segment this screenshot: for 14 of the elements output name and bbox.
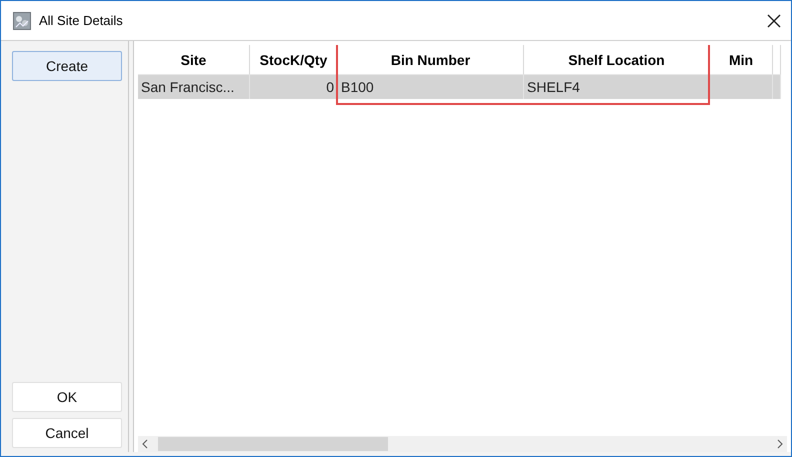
table-cell: San Francisc... [138, 75, 250, 99]
app-icon [13, 12, 31, 30]
table-cell: SHELF4 [524, 75, 710, 99]
column-header[interactable]: Site [138, 45, 250, 75]
column-header[interactable]: Min [710, 45, 773, 75]
window-title: All Site Details [39, 13, 124, 28]
cancel-button[interactable]: Cancel [12, 418, 122, 448]
scroll-thumb[interactable] [158, 437, 388, 451]
create-button[interactable]: Create [12, 51, 122, 81]
ok-button[interactable]: OK [12, 382, 122, 412]
close-icon[interactable] [767, 14, 781, 28]
table-cell: B100 [338, 75, 524, 99]
column-header[interactable]: Bin Number [338, 45, 524, 75]
table-cell: 0 [250, 75, 338, 99]
